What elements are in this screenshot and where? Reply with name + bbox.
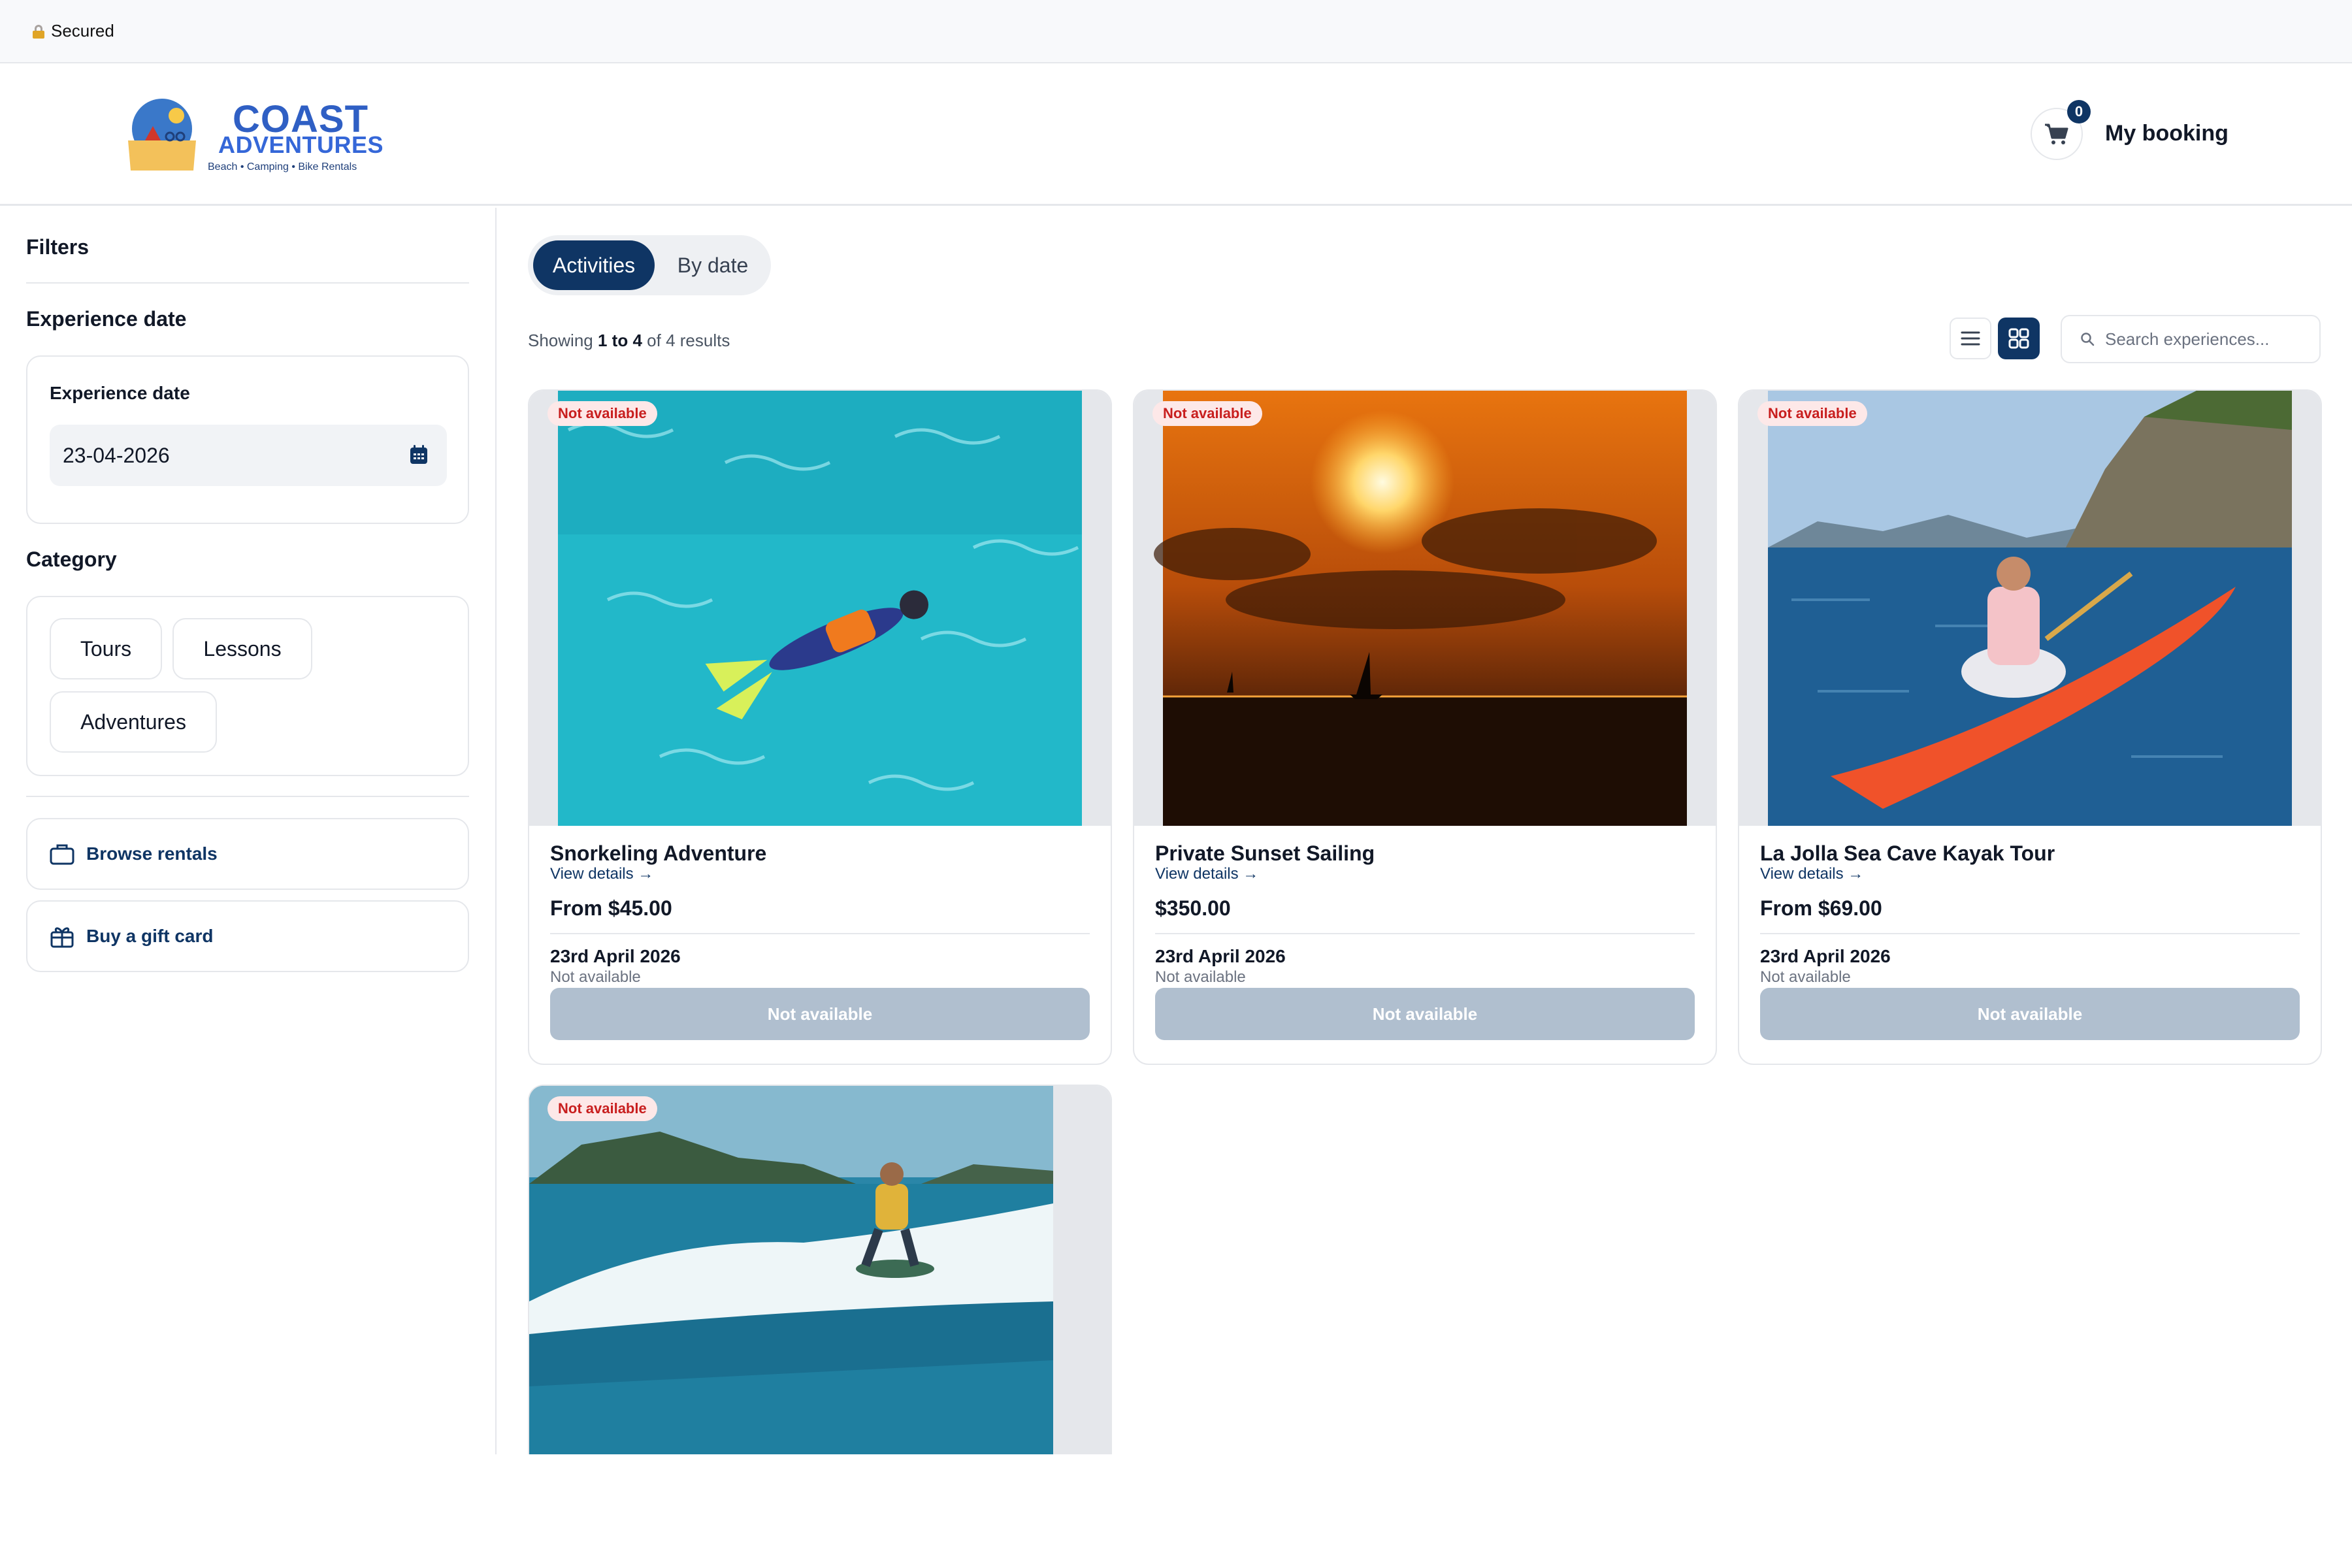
availability-badge: Not available (547, 401, 657, 426)
category-chip-tours[interactable]: Tours (50, 618, 162, 679)
view-details-link[interactable]: View details → (1760, 865, 1863, 883)
activity-card[interactable]: Not available Private Sunset Sailing Vie… (1133, 389, 1717, 1065)
list-icon (1961, 331, 1980, 346)
activity-price: $350.00 (1155, 896, 1231, 920)
activity-status: Not available (1155, 968, 1246, 986)
briefcase-icon (50, 844, 74, 865)
experience-date-panel: Experience date 23-04-2026 (26, 355, 469, 524)
divider (26, 282, 469, 284)
category-heading: Category (26, 547, 117, 571)
logo-mark-icon (128, 99, 196, 171)
activity-price: From $69.00 (1760, 896, 1882, 920)
activity-date: 23rd April 2026 (550, 946, 681, 966)
calendar-icon[interactable] (409, 444, 429, 465)
view-details-link[interactable]: View details → (1155, 865, 1258, 883)
activity-title: Private Sunset Sailing (1155, 841, 1375, 865)
activity-image (1739, 391, 2321, 826)
divider (1155, 933, 1695, 934)
activity-card[interactable]: Not available (528, 1085, 1112, 1454)
logo-tagline: Beach • Camping • Bike Rentals (208, 161, 357, 172)
site-logo[interactable]: COAST ADVENTURES Beach • Camping • Bike … (125, 97, 400, 176)
list-view-button[interactable] (1950, 318, 1991, 359)
gift-card-label: Buy a gift card (86, 926, 214, 946)
view-mode-tabs: Activities By date (528, 235, 771, 295)
activity-price: From $45.00 (550, 896, 672, 920)
search-input[interactable]: Search experiences... (2061, 315, 2321, 363)
tab-by-date[interactable]: By date (659, 240, 767, 290)
lock-icon (33, 24, 44, 39)
activity-image (529, 1086, 1111, 1454)
book-button[interactable]: Not available (1155, 988, 1695, 1040)
search-placeholder: Search experiences... (2105, 329, 2270, 349)
activity-title: Snorkeling Adventure (550, 841, 767, 865)
category-chip-adventures[interactable]: Adventures (50, 691, 217, 753)
category-chip-lessons[interactable]: Lessons (172, 618, 312, 679)
activity-date: 23rd April 2026 (1760, 946, 1891, 966)
book-button[interactable]: Not available (1760, 988, 2300, 1040)
grid-view-button[interactable] (1998, 318, 2040, 359)
divider (1760, 933, 2300, 934)
availability-badge: Not available (1757, 401, 1867, 426)
activity-date: 23rd April 2026 (1155, 946, 1286, 966)
activity-title: La Jolla Sea Cave Kayak Tour (1760, 841, 2055, 865)
category-panel: Tours Lessons Adventures (26, 596, 469, 776)
availability-badge: Not available (1152, 401, 1262, 426)
filters-sidebar: Filters Experience date Experience date … (0, 208, 497, 1454)
availability-badge: Not available (547, 1096, 657, 1121)
browse-rentals-link[interactable]: Browse rentals (26, 818, 469, 890)
activity-card[interactable]: Not available La Jolla Sea Cave Kayak To… (1738, 389, 2322, 1065)
date-field-label: Experience date (50, 383, 190, 403)
book-button[interactable]: Not available (550, 988, 1090, 1040)
date-value: 23-04-2026 (63, 443, 170, 467)
browser-security-bar: Secured (0, 0, 2352, 63)
view-details-link[interactable]: View details → (550, 865, 653, 883)
grid-icon (2008, 328, 2029, 349)
my-booking-link[interactable]: My booking (2105, 121, 2229, 146)
security-label: Secured (51, 21, 114, 41)
tab-activities[interactable]: Activities (533, 240, 655, 290)
activity-status: Not available (1760, 968, 1851, 986)
activity-image (529, 391, 1111, 826)
search-icon (2081, 333, 2095, 346)
divider (550, 933, 1090, 934)
logo-line2: ADVENTURES (218, 131, 384, 158)
activity-card[interactable]: Not available Snorkeling Adventure View … (528, 389, 1112, 1065)
site-header: COAST ADVENTURES Beach • Camping • Bike … (0, 63, 2352, 206)
results-summary: Showing 1 to 4 of 4 results (528, 331, 730, 350)
cart-icon (2045, 123, 2068, 144)
experience-date-heading: Experience date (26, 307, 187, 331)
experience-date-input[interactable]: 23-04-2026 (50, 425, 447, 486)
divider (26, 796, 469, 797)
activity-image (1134, 391, 1716, 826)
filters-heading: Filters (26, 235, 90, 259)
activity-status: Not available (550, 968, 641, 986)
gift-card-link[interactable]: Buy a gift card (26, 900, 469, 972)
cart-count-badge: 0 (2067, 100, 2091, 123)
browse-rentals-label: Browse rentals (86, 843, 218, 864)
gift-icon (50, 927, 74, 948)
